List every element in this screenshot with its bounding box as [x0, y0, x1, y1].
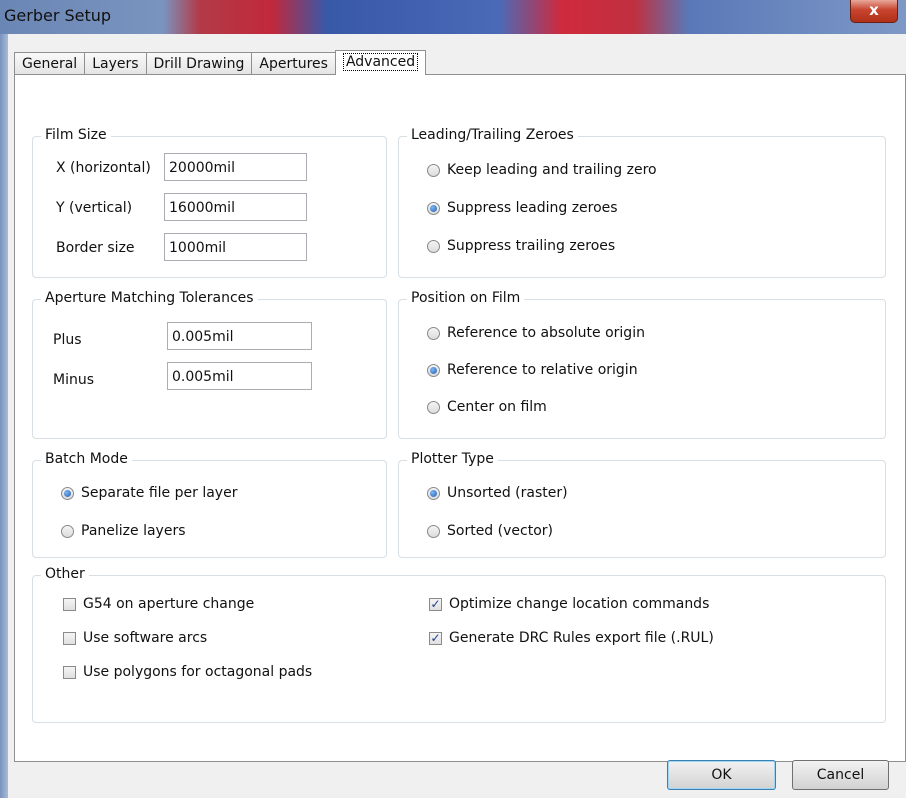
- minus-field[interactable]: 0.005mil: [167, 362, 312, 390]
- tab-advanced-label: Advanced: [342, 53, 419, 71]
- radio-keep-zeroes-dot: [427, 163, 440, 177]
- plotter-type-legend: Plotter Type: [407, 451, 498, 467]
- advanced-panel: Film Size X (horizontal) 20000mil Y (ver…: [14, 74, 906, 762]
- check-g54-box: [63, 597, 76, 611]
- other-legend: Other: [41, 566, 89, 582]
- radio-panelize-layers[interactable]: Panelize layers: [61, 523, 186, 539]
- check-g54[interactable]: G54 on aperture change: [63, 596, 254, 612]
- x-label: X (horizontal): [56, 160, 151, 176]
- film-size-group: Film Size X (horizontal) 20000mil Y (ver…: [32, 127, 387, 278]
- radio-suppress-leading[interactable]: Suppress leading zeroes: [427, 200, 618, 216]
- check-optimize-location-label: Optimize change location commands: [449, 596, 710, 612]
- ok-button[interactable]: OK: [667, 760, 776, 790]
- tab-advanced[interactable]: Advanced: [334, 50, 427, 75]
- aperture-tolerances-legend: Aperture Matching Tolerances: [41, 290, 258, 306]
- radio-absolute-origin[interactable]: Reference to absolute origin: [427, 325, 645, 341]
- position-legend: Position on Film: [407, 290, 525, 306]
- y-label: Y (vertical): [56, 200, 133, 216]
- batch-mode-group: Batch Mode Separate file per layer Panel…: [32, 451, 387, 558]
- radio-absolute-origin-label: Reference to absolute origin: [447, 325, 645, 341]
- radio-unsorted-raster-dot: [427, 486, 440, 500]
- tab-general[interactable]: General: [14, 52, 86, 75]
- check-octagonal-pads-box: [63, 665, 76, 679]
- check-octagonal-pads-label: Use polygons for octagonal pads: [83, 664, 313, 680]
- tab-strip: General Layers Drill Drawing Apertures A…: [14, 50, 427, 75]
- dialog-client: General Layers Drill Drawing Apertures A…: [8, 34, 906, 798]
- minus-label: Minus: [53, 372, 95, 388]
- radio-relative-origin-dot: [427, 363, 440, 377]
- radio-sorted-vector-label: Sorted (vector): [447, 523, 553, 539]
- tab-apertures[interactable]: Apertures: [251, 52, 336, 75]
- close-button[interactable]: x: [850, 0, 898, 23]
- radio-separate-file-dot: [61, 486, 74, 500]
- tab-layers[interactable]: Layers: [84, 52, 147, 75]
- radio-suppress-trailing-dot: [427, 239, 440, 253]
- radio-keep-zeroes[interactable]: Keep leading and trailing zero: [427, 162, 657, 178]
- radio-sorted-vector[interactable]: Sorted (vector): [427, 523, 553, 539]
- radio-separate-file-label: Separate file per layer: [81, 485, 238, 501]
- check-optimize-location-box: ✓: [429, 596, 442, 611]
- check-software-arcs-label: Use software arcs: [83, 630, 208, 646]
- check-drc-rules-export[interactable]: ✓ Generate DRC Rules export file (.RUL): [429, 630, 714, 646]
- y-field[interactable]: 16000mil: [164, 193, 307, 221]
- window-title: Gerber Setup: [4, 6, 112, 25]
- radio-suppress-trailing-label: Suppress trailing zeroes: [447, 238, 616, 254]
- tab-drill-drawing[interactable]: Drill Drawing: [145, 52, 253, 75]
- radio-center-on-film-dot: [427, 400, 440, 414]
- check-software-arcs-box: [63, 631, 76, 645]
- radio-center-on-film[interactable]: Center on film: [427, 399, 547, 415]
- radio-keep-zeroes-label: Keep leading and trailing zero: [447, 162, 657, 178]
- batch-mode-legend: Batch Mode: [41, 451, 132, 467]
- plus-field[interactable]: 0.005mil: [167, 322, 312, 350]
- check-optimize-location[interactable]: ✓ Optimize change location commands: [429, 596, 709, 612]
- title-bar: Gerber Setup x: [0, 0, 906, 34]
- film-size-legend: Film Size: [41, 127, 111, 143]
- radio-unsorted-raster[interactable]: Unsorted (raster): [427, 485, 568, 501]
- x-field[interactable]: 20000mil: [164, 153, 307, 181]
- check-software-arcs[interactable]: Use software arcs: [63, 630, 207, 646]
- radio-suppress-leading-label: Suppress leading zeroes: [447, 200, 618, 216]
- radio-absolute-origin-dot: [427, 326, 440, 340]
- radio-suppress-trailing[interactable]: Suppress trailing zeroes: [427, 238, 615, 254]
- check-octagonal-pads[interactable]: Use polygons for octagonal pads: [63, 664, 312, 680]
- cancel-button[interactable]: Cancel: [792, 760, 889, 790]
- radio-sorted-vector-dot: [427, 524, 440, 538]
- plus-label: Plus: [53, 332, 82, 348]
- zeroes-legend: Leading/Trailing Zeroes: [407, 127, 578, 143]
- radio-panelize-layers-label: Panelize layers: [81, 523, 186, 539]
- zeroes-group: Leading/Trailing Zeroes Keep leading and…: [398, 127, 886, 278]
- window-frame-left: [0, 34, 8, 798]
- radio-center-on-film-label: Center on film: [447, 399, 547, 415]
- radio-separate-file[interactable]: Separate file per layer: [61, 485, 237, 501]
- check-drc-rules-export-label: Generate DRC Rules export file (.RUL): [449, 630, 714, 646]
- border-size-field[interactable]: 1000mil: [164, 233, 307, 261]
- radio-panelize-layers-dot: [61, 524, 74, 538]
- check-g54-label: G54 on aperture change: [83, 596, 255, 612]
- other-group: Other G54 on aperture change Use softwar…: [32, 566, 886, 723]
- position-group: Position on Film Reference to absolute o…: [398, 290, 886, 439]
- aperture-tolerances-group: Aperture Matching Tolerances Plus 0.005m…: [32, 290, 387, 439]
- border-size-label: Border size: [56, 240, 135, 256]
- radio-suppress-leading-dot: [427, 201, 440, 215]
- radio-unsorted-raster-label: Unsorted (raster): [447, 485, 568, 501]
- radio-relative-origin-label: Reference to relative origin: [447, 362, 638, 378]
- plotter-type-group: Plotter Type Unsorted (raster) Sorted (v…: [398, 451, 886, 558]
- radio-relative-origin[interactable]: Reference to relative origin: [427, 362, 638, 378]
- check-drc-rules-export-box: ✓: [429, 630, 442, 645]
